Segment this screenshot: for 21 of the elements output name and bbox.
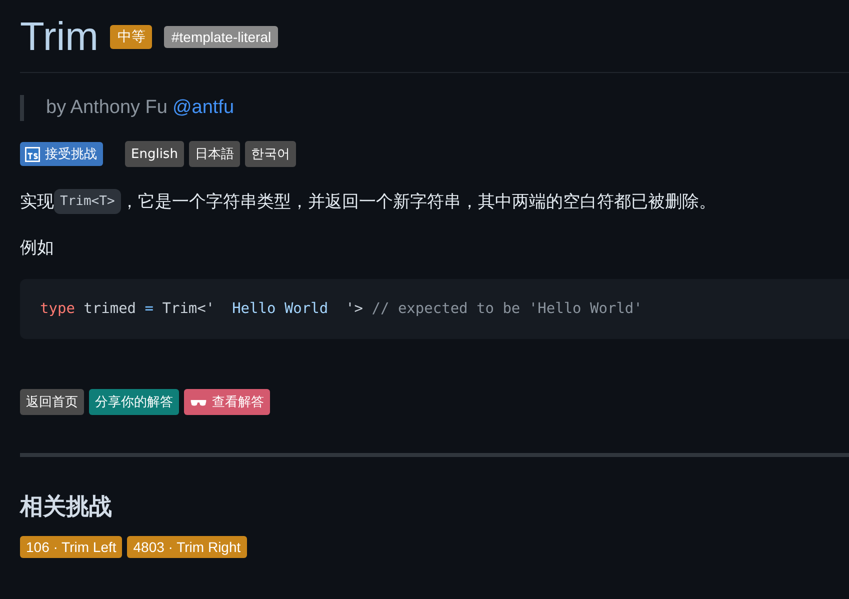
code-line: type trimed = Trim<' Hello World '> // expected to be 'Hello World' bbox=[40, 301, 642, 317]
author-name: by Anthony Fu bbox=[46, 97, 168, 119]
accept-challenge-button[interactable]: 接受挑战 bbox=[20, 142, 103, 166]
action-button[interactable]: 分享你的解答 bbox=[89, 389, 179, 415]
description-text: ，它是一个字符串类型，并返回一个新字符串，其中两端的空白符都已被删除。 bbox=[120, 191, 716, 213]
difficulty-badge: 中等 bbox=[110, 25, 152, 49]
related-challenge-link[interactable]: 106 · Trim Left bbox=[20, 536, 122, 558]
section-heading: 相关挑战 bbox=[20, 493, 113, 522]
ts-icon bbox=[25, 146, 40, 162]
language-button[interactable]: 日本語 bbox=[188, 141, 240, 167]
page-title: Trim bbox=[20, 14, 98, 60]
language-button[interactable]: 한국어 bbox=[244, 141, 296, 167]
author-link[interactable]: @antfu bbox=[172, 97, 234, 119]
example-label: 例如 bbox=[20, 237, 55, 259]
related-challenge-link[interactable]: 4803 · Trim Right bbox=[127, 536, 247, 558]
tag-badge[interactable]: #template-literal bbox=[164, 26, 278, 48]
inline-code: Trim<T> bbox=[54, 189, 121, 214]
language-button[interactable]: English bbox=[125, 141, 184, 167]
description-text: 实现 bbox=[20, 191, 54, 213]
action-button[interactable]: 查看解答 bbox=[184, 389, 270, 415]
action-button[interactable]: 返回首页 bbox=[20, 389, 84, 415]
